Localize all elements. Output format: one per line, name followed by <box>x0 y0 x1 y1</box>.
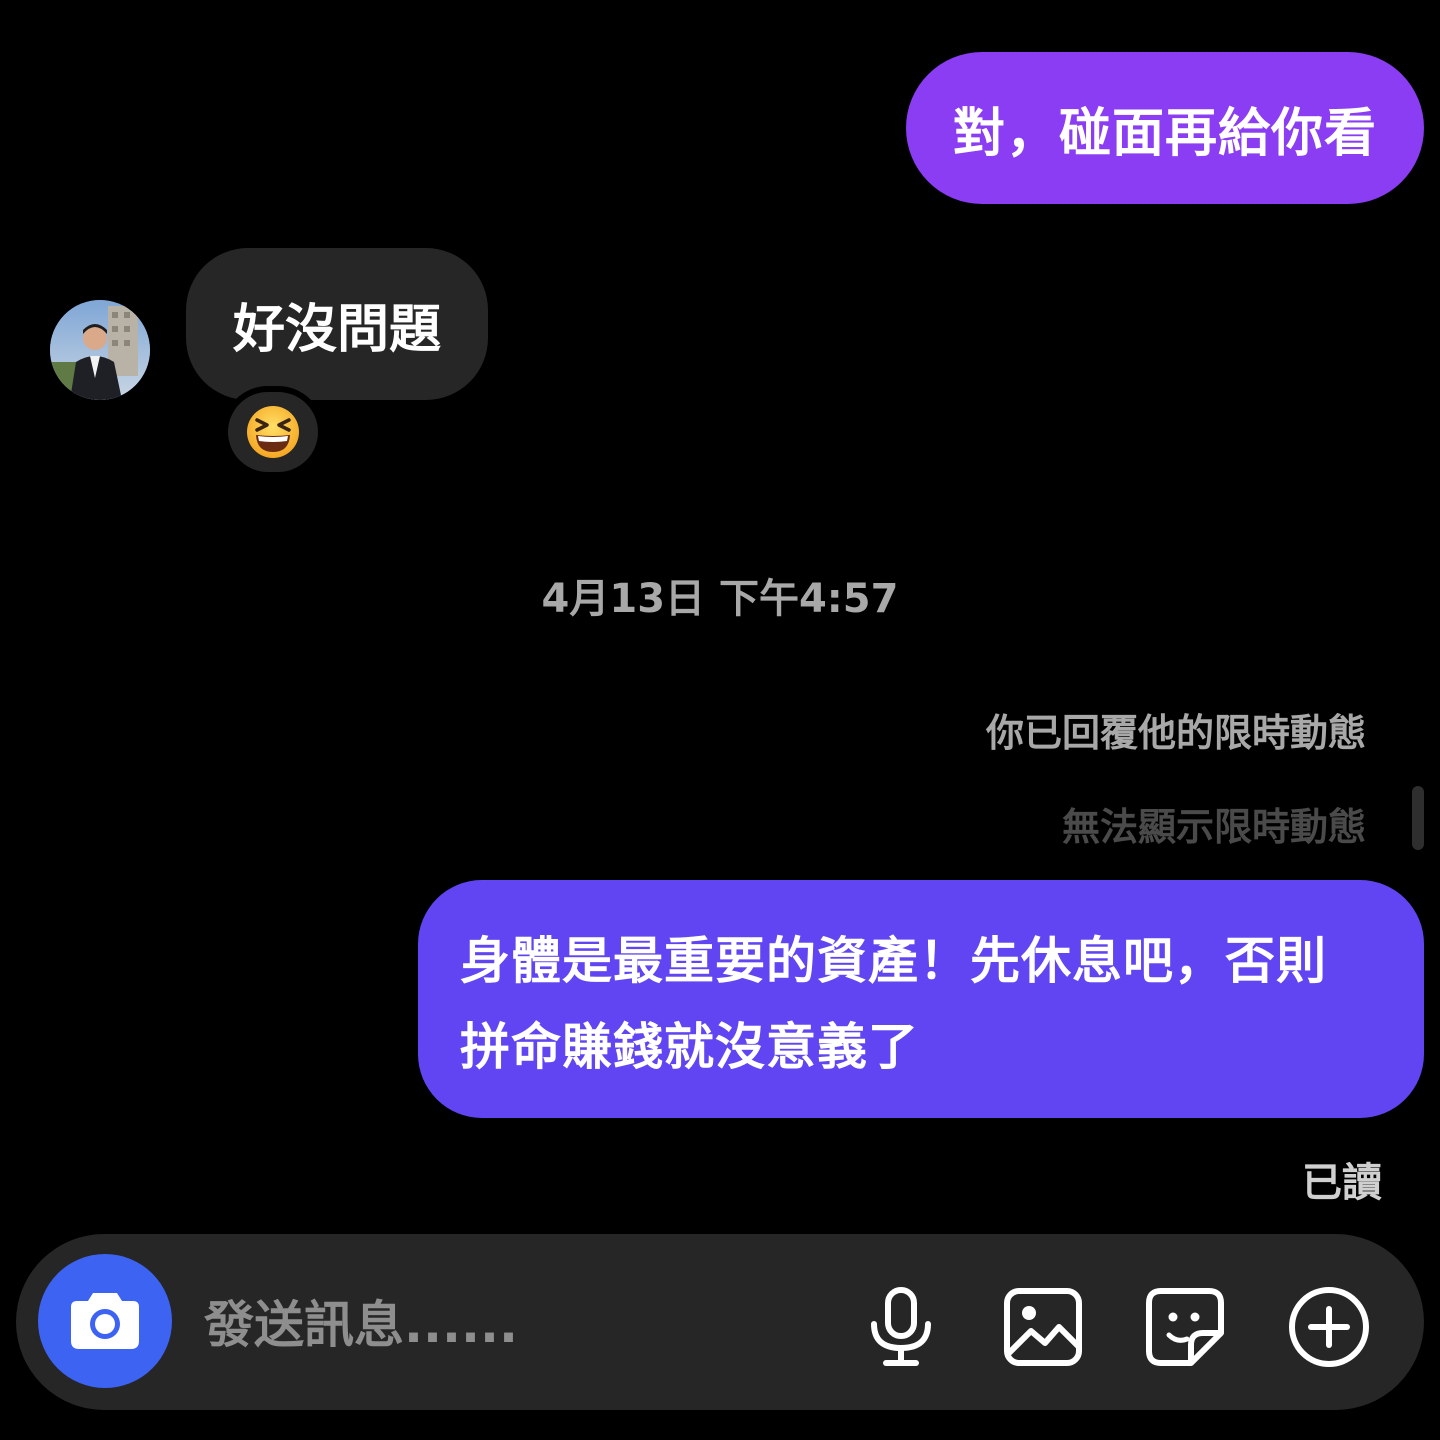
read-receipt: 已讀 <box>1302 1160 1382 1206</box>
outgoing-message-text: 對，碰面再給你看 <box>952 103 1377 164</box>
more-options-button[interactable] <box>1284 1282 1374 1372</box>
image-icon <box>1004 1288 1082 1366</box>
story-unavailable-text: 無法顯示限時動態 <box>1061 805 1366 849</box>
camera-button[interactable] <box>38 1254 172 1388</box>
camera-icon <box>71 1293 139 1349</box>
story-reply-note: 你已回覆他的限時動態 <box>985 711 1366 755</box>
contact-avatar[interactable] <box>50 300 150 400</box>
outgoing-message-line: 拼命賺錢就沒意義了 <box>460 1018 919 1076</box>
incoming-message-bubble[interactable]: 好沒問題 <box>186 248 488 400</box>
grinning-squinting-face-icon <box>247 406 299 458</box>
message-timestamp: 4月13日 下午4:57 <box>541 576 899 622</box>
voice-message-button[interactable] <box>856 1282 946 1372</box>
story-reply-indicator <box>1412 786 1424 850</box>
outgoing-message-bubble[interactable]: 對，碰面再給你看 <box>906 52 1424 204</box>
message-reaction[interactable] <box>222 386 324 478</box>
outgoing-message-bubble[interactable]: 身體是最重要的資產！先休息吧，否則 拼命賺錢就沒意義了 <box>418 880 1424 1118</box>
gallery-button[interactable] <box>998 1282 1088 1372</box>
sticker-icon <box>1146 1288 1224 1366</box>
outgoing-message-line: 身體是最重要的資產！先休息吧，否則 <box>460 932 1327 990</box>
plus-circle-icon <box>1289 1287 1369 1367</box>
incoming-message-text: 好沒問題 <box>232 299 441 360</box>
sticker-button[interactable] <box>1140 1282 1230 1372</box>
microphone-icon <box>871 1287 931 1366</box>
avatar-photo <box>50 300 150 400</box>
message-input[interactable] <box>204 1290 824 1360</box>
